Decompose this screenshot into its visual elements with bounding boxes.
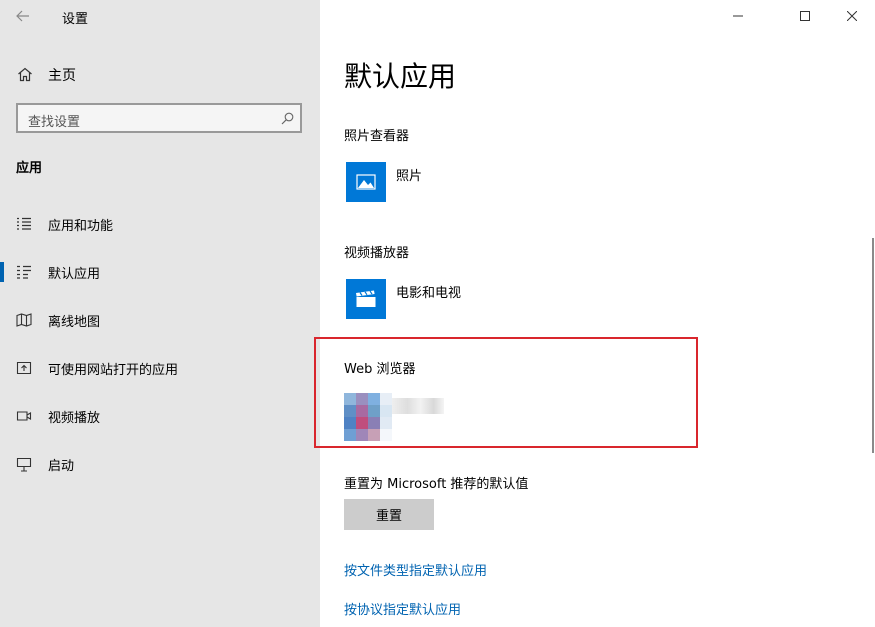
sidebar: 设置 主页 查找设置 应用 应用和功能 默认应用 离线地图 可使用网站打开的应用… [0,0,320,627]
sidebar-item-default-apps[interactable]: 默认应用 [0,252,320,292]
close-icon [847,11,857,21]
sidebar-item-label: 主页 [48,68,76,84]
sidebar-item-label: 默认应用 [48,267,101,282]
sidebar-section-title: 应用 [16,161,43,176]
sidebar-item-home[interactable]: 主页 [0,60,320,88]
search-icon [281,112,294,125]
sidebar-item-label: 可使用网站打开的应用 [48,363,179,378]
sidebar-item-offline-maps[interactable]: 离线地图 [0,300,320,340]
scrollbar[interactable] [872,238,874,453]
maximize-button[interactable] [782,0,828,32]
sidebar-item-label: 视频播放 [48,411,101,426]
apps-list-icon [17,217,31,230]
search-placeholder: 查找设置 [28,115,81,130]
minimize-button[interactable] [715,0,761,32]
back-arrow-icon [16,10,29,22]
map-icon [16,313,32,327]
home-icon [18,67,32,82]
minimize-icon [733,15,743,17]
maximize-icon [800,11,810,21]
search-input[interactable]: 查找设置 [16,103,302,133]
sidebar-item-video-playback[interactable]: 视频播放 [0,396,320,436]
web-browser-app-name-blurred [392,398,444,414]
default-apps-icon [17,265,31,279]
reset-button[interactable]: 重置 [344,499,434,530]
reset-label: 重置为 Microsoft 推荐的默认值 [344,477,529,492]
page-title: 默认应用 [344,60,457,93]
active-indicator [0,262,4,282]
choose-defaults-by-file-type-link[interactable]: 按文件类型指定默认应用 [344,560,487,579]
open-in-icon [16,361,32,375]
photo-viewer-label: 照片查看器 [344,129,410,144]
sidebar-item-label: 离线地图 [48,315,101,330]
video-player-label: 视频播放器 [344,246,410,261]
window-title: 设置 [62,12,89,27]
sidebar-item-startup[interactable]: 启动 [0,444,320,484]
sidebar-item-apps-for-websites[interactable]: 可使用网站打开的应用 [0,348,320,388]
video-icon [16,411,32,421]
main-content: 默认应用 照片查看器 照片 视频播放器 电影和电视 Web 浏览器 重置为 Mi… [314,0,875,627]
web-browser-app-button[interactable] [344,393,392,441]
photos-icon [356,174,376,190]
sidebar-item-label: 启动 [48,459,75,474]
photos-app-name: 照片 [396,169,423,184]
startup-icon [16,457,32,472]
close-button[interactable] [829,0,875,32]
clapperboard-icon [356,290,376,307]
back-button[interactable] [0,0,46,32]
photos-app-button[interactable] [346,162,386,202]
choose-defaults-by-protocol-link[interactable]: 按协议指定默认应用 [344,599,461,618]
web-browser-label: Web 浏览器 [344,362,416,377]
movies-tv-app-name: 电影和电视 [396,286,462,301]
sidebar-item-label: 应用和功能 [48,219,114,234]
sidebar-item-apps-features[interactable]: 应用和功能 [0,204,320,244]
movies-tv-app-button[interactable] [346,279,386,319]
